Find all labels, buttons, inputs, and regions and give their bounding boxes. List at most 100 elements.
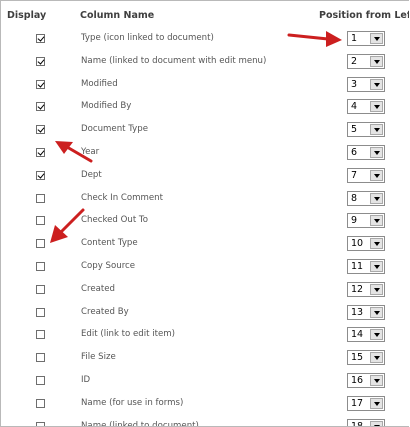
position-value: 18 [351, 420, 364, 427]
dropdown-arrow-icon[interactable] [370, 192, 383, 204]
dropdown-arrow-icon[interactable] [370, 329, 383, 341]
position-value: 14 [351, 329, 364, 341]
position-value: 5 [351, 124, 358, 136]
dropdown-arrow-icon[interactable] [370, 78, 383, 90]
position-select[interactable]: 12 [347, 281, 385, 297]
dropdown-arrow-icon[interactable] [370, 420, 383, 426]
position-select[interactable]: 14 [347, 327, 385, 343]
display-checkbox[interactable] [36, 34, 45, 43]
column-name-label: Copy Source [81, 261, 136, 271]
display-checkbox[interactable] [36, 102, 45, 112]
position-value: 1 [351, 33, 358, 44]
dropdown-arrow-icon[interactable] [370, 33, 383, 44]
column-row: Created 12 [1, 279, 409, 302]
position-select[interactable]: 3 [347, 76, 385, 92]
column-name-label: Content Type [81, 238, 138, 249]
dropdown-arrow-icon[interactable] [370, 261, 383, 272]
display-checkbox[interactable] [36, 216, 45, 226]
column-row: Created By 13 [1, 302, 409, 325]
position-select[interactable]: 4 [347, 99, 385, 115]
display-checkbox[interactable] [36, 125, 45, 135]
display-checkbox[interactable] [36, 170, 45, 180]
column-row: Content Type 10 [1, 233, 409, 256]
position-select[interactable]: 7 [347, 167, 385, 183]
position-value: 4 [351, 101, 358, 113]
dropdown-arrow-icon[interactable] [370, 124, 383, 136]
display-checkbox[interactable] [36, 56, 45, 66]
column-name-label: Dept [81, 169, 102, 180]
position-select[interactable]: 5 [347, 122, 385, 138]
position-select[interactable]: 2 [347, 53, 385, 69]
position-select[interactable]: 15 [347, 350, 385, 366]
column-row: Dept 7 [1, 165, 409, 188]
dropdown-arrow-icon[interactable] [370, 352, 383, 364]
position-value: 2 [351, 55, 358, 67]
dropdown-arrow-icon[interactable] [370, 101, 383, 113]
position-select[interactable]: 17 [347, 395, 385, 411]
column-row: Checked Out To 9 [1, 210, 409, 233]
column-row: Year 6 [1, 142, 409, 165]
column-row: Name (linked to document with edit menu)… [1, 51, 409, 74]
display-checkbox[interactable] [36, 193, 45, 203]
display-checkbox[interactable] [36, 148, 45, 157]
display-checkbox[interactable] [36, 79, 45, 89]
dropdown-arrow-icon[interactable] [370, 375, 383, 386]
display-checkbox[interactable] [36, 398, 45, 408]
display-checkbox[interactable] [36, 353, 45, 363]
position-select[interactable]: 18 [347, 418, 385, 427]
column-name-label: Name (for use in forms) [81, 397, 184, 408]
table-header: Display Column Name Position from Lef [1, 1, 409, 27]
position-select[interactable]: 8 [347, 190, 385, 206]
column-settings-table: Display Column Name Position from Lef Ty… [0, 0, 409, 427]
position-select[interactable]: 6 [347, 145, 385, 160]
display-checkbox[interactable] [36, 421, 45, 426]
column-name-label: Modified By [81, 101, 132, 112]
column-row: Edit (link to edit item) 14 [1, 324, 409, 347]
position-select[interactable]: 1 [347, 31, 385, 46]
column-row: Document Type 5 [1, 119, 409, 142]
display-checkbox[interactable] [36, 307, 45, 317]
position-select[interactable]: 11 [347, 259, 385, 274]
column-name-header: Column Name [80, 10, 155, 21]
column-name-label: Created [81, 283, 116, 294]
display-checkbox[interactable] [36, 284, 45, 294]
position-select[interactable]: 10 [347, 236, 385, 252]
position-value: 9 [351, 215, 358, 227]
column-name-label: File Size [81, 352, 116, 363]
dropdown-arrow-icon[interactable] [370, 147, 383, 158]
dropdown-arrow-icon[interactable] [370, 55, 383, 67]
column-name-label: Checked Out To [81, 215, 148, 226]
dropdown-arrow-icon[interactable] [370, 215, 383, 227]
dropdown-arrow-icon[interactable] [370, 283, 383, 295]
position-value: 17 [351, 397, 364, 409]
position-value: 8 [351, 192, 358, 204]
column-row: Modified 3 [1, 74, 409, 97]
dropdown-arrow-icon[interactable] [370, 397, 383, 409]
column-name-label: ID [81, 375, 91, 385]
column-row: Name (for use in forms) 17 [1, 393, 409, 416]
position-value: 10 [351, 238, 364, 250]
position-value: 7 [351, 169, 358, 181]
display-checkbox[interactable] [36, 376, 45, 385]
column-name-label: Type (icon linked to document) [81, 33, 214, 43]
position-column-header: Position from Lef [319, 10, 409, 21]
display-checkbox[interactable] [36, 239, 45, 249]
position-select[interactable]: 9 [347, 213, 385, 229]
column-row: Copy Source 11 [1, 256, 409, 279]
display-checkbox[interactable] [36, 330, 45, 340]
column-row: Modified By 4 [1, 96, 409, 119]
position-value: 12 [351, 283, 364, 295]
position-value: 16 [351, 375, 364, 386]
column-name-label: Edit (link to edit item) [81, 329, 176, 340]
dropdown-arrow-icon[interactable] [370, 238, 383, 250]
position-value: 13 [351, 306, 364, 318]
position-select[interactable]: 13 [347, 304, 385, 320]
column-row: Type (icon linked to document) 1 [1, 28, 409, 51]
column-row: File Size 15 [1, 347, 409, 370]
position-select[interactable]: 16 [347, 373, 385, 388]
display-checkbox[interactable] [36, 262, 45, 271]
dropdown-arrow-icon[interactable] [370, 169, 383, 181]
column-name-label: Name (linked to document with edit menu) [81, 55, 267, 66]
column-row: Check In Comment 8 [1, 188, 409, 211]
dropdown-arrow-icon[interactable] [370, 306, 383, 318]
